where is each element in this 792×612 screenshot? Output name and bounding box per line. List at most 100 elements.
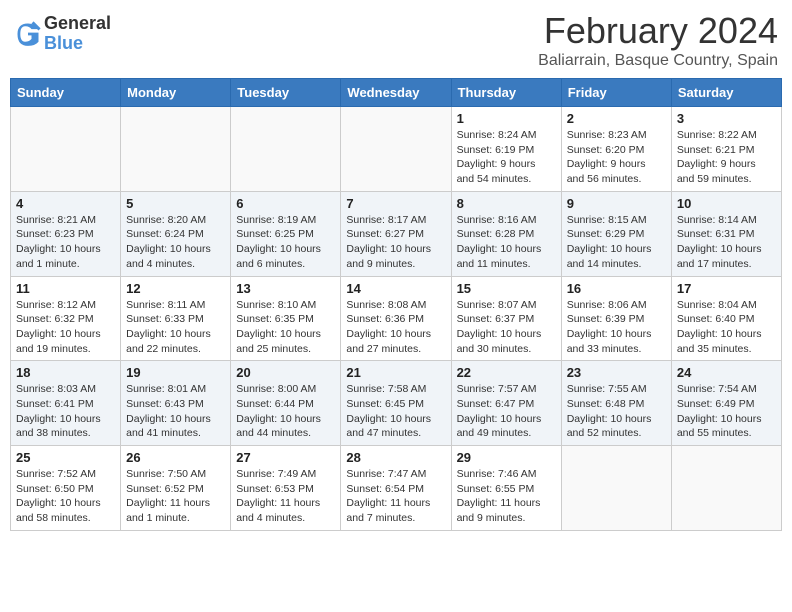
week-row-3: 11Sunrise: 8:12 AM Sunset: 6:32 PM Dayli… [11,276,782,361]
header-row: SundayMondayTuesdayWednesdayThursdayFrid… [11,79,782,107]
header-thursday: Thursday [451,79,561,107]
day-cell: 28 Sunrise: 7:47 AM Sunset: 6:54 PM Dayli… [341,446,451,531]
day-info: Sunrise: 8:06 AM Sunset: 6:39 PM Dayligh… [567,298,666,357]
day-cell [671,446,781,531]
day-number: 8 [457,196,556,211]
day-info: Sunrise: 8:03 AM Sunset: 6:41 PM Dayligh… [16,382,115,441]
calendar-table: SundayMondayTuesdayWednesdayThursdayFrid… [10,78,782,531]
day-info: Sunrise: 8:23 AM Sunset: 6:20 PM Dayligh… [567,128,666,187]
day-number: 13 [236,281,335,296]
title-area: February 2024 Baliarrain, Basque Country… [538,10,778,70]
header: General Blue February 2024 Baliarrain, B… [10,10,782,70]
day-number: 2 [567,111,666,126]
day-cell: 17 Sunrise: 8:04 AM Sunset: 6:40 PM Dayli… [671,276,781,361]
day-cell [341,107,451,192]
day-number: 14 [346,281,445,296]
day-cell: 12 Sunrise: 8:11 AM Sunset: 6:33 PM Dayli… [121,276,231,361]
week-row-1: 1 Sunrise: 8:24 AM Sunset: 6:19 PM Daylig… [11,107,782,192]
day-info: Sunrise: 8:22 AM Sunset: 6:21 PM Dayligh… [677,128,776,187]
day-cell: 7Sunrise: 8:17 AM Sunset: 6:27 PM Daylig… [341,191,451,276]
day-cell: 20Sunrise: 8:00 AM Sunset: 6:44 PM Dayli… [231,361,341,446]
day-cell: 29Sunrise: 7:46 AM Sunset: 6:55 PM Dayli… [451,446,561,531]
day-number: 26 [126,450,225,465]
day-number: 19 [126,365,225,380]
week-row-4: 18 Sunrise: 8:03 AM Sunset: 6:41 PM Dayli… [11,361,782,446]
day-info: Sunrise: 7:55 AM Sunset: 6:48 PM Dayligh… [567,382,666,441]
day-cell [231,107,341,192]
day-info: Sunrise: 7:58 AM Sunset: 6:45 PM Dayligh… [346,382,445,441]
day-number: 27 [236,450,335,465]
day-cell [561,446,671,531]
day-info: Sunrise: 8:14 AM Sunset: 6:31 PM Dayligh… [677,213,776,272]
day-number: 15 [457,281,556,296]
day-number: 25 [16,450,115,465]
day-number: 5 [126,196,225,211]
header-wednesday: Wednesday [341,79,451,107]
header-sunday: Sunday [11,79,121,107]
day-cell: 9 Sunrise: 8:15 AM Sunset: 6:29 PM Daylig… [561,191,671,276]
day-cell: 21 Sunrise: 7:58 AM Sunset: 6:45 PM Dayli… [341,361,451,446]
day-info: Sunrise: 8:16 AM Sunset: 6:28 PM Dayligh… [457,213,556,272]
day-number: 20 [236,365,335,380]
day-cell: 23 Sunrise: 7:55 AM Sunset: 6:48 PM Dayli… [561,361,671,446]
day-number: 6 [236,196,335,211]
day-cell: 10Sunrise: 8:14 AM Sunset: 6:31 PM Dayli… [671,191,781,276]
day-cell: 13 Sunrise: 8:10 AM Sunset: 6:35 PM Dayli… [231,276,341,361]
header-saturday: Saturday [671,79,781,107]
day-number: 3 [677,111,776,126]
day-cell: 27 Sunrise: 7:49 AM Sunset: 6:53 PM Dayli… [231,446,341,531]
day-info: Sunrise: 7:52 AM Sunset: 6:50 PM Dayligh… [16,467,115,526]
day-cell [121,107,231,192]
day-cell: 15Sunrise: 8:07 AM Sunset: 6:37 PM Dayli… [451,276,561,361]
day-number: 17 [677,281,776,296]
day-info: Sunrise: 8:10 AM Sunset: 6:35 PM Dayligh… [236,298,335,357]
day-info: Sunrise: 7:47 AM Sunset: 6:54 PM Dayligh… [346,467,445,526]
day-info: Sunrise: 8:01 AM Sunset: 6:43 PM Dayligh… [126,382,225,441]
day-info: Sunrise: 8:24 AM Sunset: 6:19 PM Dayligh… [457,128,556,187]
logo-text: General Blue [44,14,111,54]
day-info: Sunrise: 8:19 AM Sunset: 6:25 PM Dayligh… [236,213,335,272]
day-info: Sunrise: 8:15 AM Sunset: 6:29 PM Dayligh… [567,213,666,272]
day-info: Sunrise: 8:12 AM Sunset: 6:32 PM Dayligh… [16,298,115,357]
logo-icon [14,20,42,48]
day-number: 18 [16,365,115,380]
day-number: 12 [126,281,225,296]
day-cell: 11Sunrise: 8:12 AM Sunset: 6:32 PM Dayli… [11,276,121,361]
day-cell: 26 Sunrise: 7:50 AM Sunset: 6:52 PM Dayli… [121,446,231,531]
calendar-title: February 2024 [538,10,778,52]
header-friday: Friday [561,79,671,107]
day-number: 9 [567,196,666,211]
logo: General Blue [14,14,111,54]
day-cell: 18 Sunrise: 8:03 AM Sunset: 6:41 PM Dayli… [11,361,121,446]
day-info: Sunrise: 7:50 AM Sunset: 6:52 PM Dayligh… [126,467,225,526]
day-cell: 8 Sunrise: 8:16 AM Sunset: 6:28 PM Daylig… [451,191,561,276]
day-info: Sunrise: 8:20 AM Sunset: 6:24 PM Dayligh… [126,213,225,272]
day-cell [11,107,121,192]
day-cell: 24 Sunrise: 7:54 AM Sunset: 6:49 PM Dayli… [671,361,781,446]
day-number: 23 [567,365,666,380]
day-number: 22 [457,365,556,380]
day-number: 21 [346,365,445,380]
day-number: 16 [567,281,666,296]
day-cell: 14 Sunrise: 8:08 AM Sunset: 6:36 PM Dayli… [341,276,451,361]
day-info: Sunrise: 8:11 AM Sunset: 6:33 PM Dayligh… [126,298,225,357]
week-row-2: 4Sunrise: 8:21 AM Sunset: 6:23 PM Daylig… [11,191,782,276]
day-info: Sunrise: 7:49 AM Sunset: 6:53 PM Dayligh… [236,467,335,526]
day-cell: 19 Sunrise: 8:01 AM Sunset: 6:43 PM Dayli… [121,361,231,446]
day-number: 28 [346,450,445,465]
day-info: Sunrise: 7:54 AM Sunset: 6:49 PM Dayligh… [677,382,776,441]
day-info: Sunrise: 8:04 AM Sunset: 6:40 PM Dayligh… [677,298,776,357]
day-number: 24 [677,365,776,380]
day-cell: 25 Sunrise: 7:52 AM Sunset: 6:50 PM Dayli… [11,446,121,531]
day-info: Sunrise: 8:08 AM Sunset: 6:36 PM Dayligh… [346,298,445,357]
day-cell: 22Sunrise: 7:57 AM Sunset: 6:47 PM Dayli… [451,361,561,446]
header-tuesday: Tuesday [231,79,341,107]
day-number: 4 [16,196,115,211]
day-cell: 16 Sunrise: 8:06 AM Sunset: 6:39 PM Dayli… [561,276,671,361]
day-number: 1 [457,111,556,126]
logo-blue-text: Blue [44,34,111,54]
day-number: 7 [346,196,445,211]
header-monday: Monday [121,79,231,107]
day-cell: 3 Sunrise: 8:22 AM Sunset: 6:21 PM Daylig… [671,107,781,192]
day-cell: 4Sunrise: 8:21 AM Sunset: 6:23 PM Daylig… [11,191,121,276]
